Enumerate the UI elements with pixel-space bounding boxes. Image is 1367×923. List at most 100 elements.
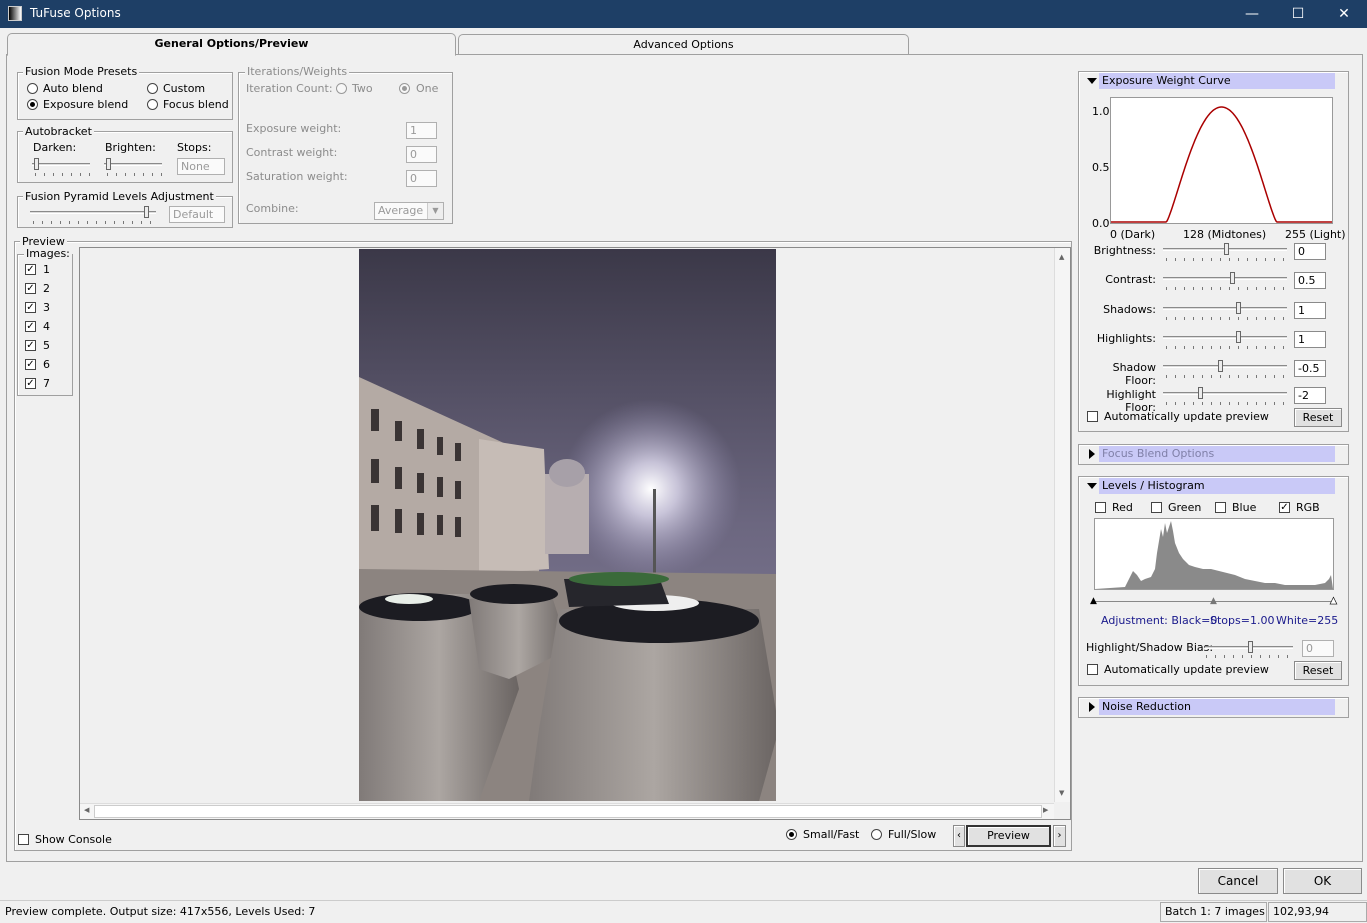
brighten-slider[interactable] [104, 163, 162, 166]
scroll-right-icon[interactable]: ▶ [1043, 806, 1048, 814]
levels-reset-button[interactable]: Reset [1294, 661, 1342, 680]
minimize-button[interactable]: — [1229, 0, 1275, 28]
full-slow-radio[interactable] [871, 829, 882, 840]
image-checkbox[interactable]: ✓ [25, 359, 36, 370]
tab-advanced-options[interactable]: Advanced Options [458, 34, 909, 54]
preview-image-graphic [359, 249, 776, 801]
curve-slider-thumb[interactable] [1218, 360, 1224, 372]
combine-select[interactable]: Average ▼ [374, 202, 444, 220]
auto-blend-radio[interactable] [27, 83, 38, 94]
curve-slider-input[interactable]: -2 [1294, 387, 1326, 404]
levels-auto-update-checkbox[interactable] [1087, 664, 1098, 675]
histogram-svg [1095, 521, 1333, 589]
curve-slider-input[interactable]: 1 [1294, 331, 1326, 348]
bias-thumb[interactable] [1248, 641, 1253, 653]
close-button[interactable]: ✕ [1321, 0, 1367, 28]
midtone-handle[interactable]: ▲ [1210, 597, 1217, 606]
curve-reset-button[interactable]: Reset [1294, 408, 1342, 427]
contrast-weight-input[interactable]: 0 [406, 146, 437, 163]
curve-x-tick-mid: 128 (Midtones) [1183, 228, 1267, 241]
expand-noise-icon[interactable] [1089, 702, 1095, 712]
preview-prev-button[interactable]: ‹ [953, 825, 965, 847]
image-checkbox[interactable]: ✓ [25, 378, 36, 389]
saturation-weight-input[interactable]: 0 [406, 170, 437, 187]
rgb-checkbox[interactable]: ✓ [1279, 502, 1290, 513]
exposure-weight-input[interactable]: 1 [406, 122, 437, 139]
exposure-curve-line [1111, 106, 1332, 223]
bias-ticks [1206, 655, 1294, 658]
curve-slider-input[interactable]: 0 [1294, 243, 1326, 260]
collapse-levels-icon[interactable] [1087, 483, 1097, 489]
noise-title[interactable]: Noise Reduction [1099, 699, 1335, 715]
blue-label: Blue [1232, 501, 1257, 514]
pyramid-thumb[interactable] [144, 206, 149, 218]
image-checkbox[interactable]: ✓ [25, 283, 36, 294]
small-fast-label: Small/Fast [803, 828, 860, 841]
iteration-one-radio[interactable] [399, 83, 410, 94]
horizontal-scroll-thumb[interactable] [94, 805, 1042, 818]
curve-slider-label: Highlights: [1096, 332, 1156, 345]
expand-focus-icon[interactable] [1089, 449, 1095, 459]
custom-radio[interactable] [147, 83, 158, 94]
curve-slider-input[interactable]: 1 [1294, 302, 1326, 319]
cancel-button[interactable]: Cancel [1198, 868, 1278, 894]
curve-slider-thumb[interactable] [1236, 302, 1242, 314]
levels-title[interactable]: Levels / Histogram [1099, 478, 1335, 494]
maximize-button[interactable]: ☐ [1275, 0, 1321, 28]
image-checkbox[interactable]: ✓ [25, 264, 36, 275]
ok-button[interactable]: OK [1283, 868, 1362, 894]
levels-white: White=255 [1276, 614, 1339, 627]
darken-slider[interactable] [32, 163, 90, 166]
brighten-thumb[interactable] [106, 158, 111, 170]
bias-input[interactable]: 0 [1302, 640, 1334, 657]
combine-label: Combine: [246, 202, 299, 215]
curve-slider-track[interactable] [1163, 277, 1287, 280]
curve-slider-track[interactable] [1163, 392, 1287, 395]
scroll-up-icon[interactable]: ▲ [1059, 253, 1064, 261]
collapse-exposure-icon[interactable] [1087, 78, 1097, 84]
curve-slider-thumb[interactable] [1198, 387, 1204, 399]
scroll-down-icon[interactable]: ▼ [1059, 789, 1064, 797]
pyramid-input[interactable]: Default [169, 206, 225, 223]
preview-next-button[interactable]: › [1053, 825, 1066, 847]
scroll-left-icon[interactable]: ◀ [84, 806, 89, 814]
curve-slider-thumb[interactable] [1224, 243, 1230, 255]
vertical-scrollbar[interactable]: ▲ ▼ [1054, 248, 1070, 802]
darken-thumb[interactable] [34, 158, 39, 170]
curve-slider-track[interactable] [1163, 365, 1287, 368]
curve-slider-thumb[interactable] [1236, 331, 1242, 343]
image-checkbox[interactable]: ✓ [25, 340, 36, 351]
curve-auto-update-checkbox[interactable] [1087, 411, 1098, 422]
show-console-checkbox[interactable] [18, 834, 29, 845]
curve-slider-ticks [1166, 346, 1286, 349]
curve-slider-thumb[interactable] [1230, 272, 1236, 284]
exposure-blend-radio[interactable] [27, 99, 38, 110]
green-checkbox[interactable] [1151, 502, 1162, 513]
focus-blend-radio[interactable] [147, 99, 158, 110]
exposure-curve-title[interactable]: Exposure Weight Curve [1099, 73, 1335, 89]
levels-stops: Stops=1.00 [1210, 614, 1275, 627]
black-point-handle[interactable]: ▲ [1090, 597, 1097, 606]
horizontal-scrollbar[interactable]: ◀ ▶ [80, 803, 1054, 819]
exposure-curve-graph [1110, 97, 1333, 224]
status-main: Preview complete. Output size: 417x556, … [5, 905, 316, 918]
image-checkbox[interactable]: ✓ [25, 321, 36, 332]
curve-slider-track[interactable] [1163, 336, 1287, 339]
curve-slider-ticks [1166, 258, 1286, 261]
red-checkbox[interactable] [1095, 502, 1106, 513]
iteration-count-label: Iteration Count: [246, 82, 333, 95]
blue-checkbox[interactable] [1215, 502, 1226, 513]
curve-slider-track[interactable] [1163, 307, 1287, 310]
focus-blend-title[interactable]: Focus Blend Options [1099, 446, 1335, 462]
stops-input[interactable]: None [177, 158, 225, 175]
iteration-two-radio[interactable] [336, 83, 347, 94]
tab-general-options[interactable]: General Options/Preview [7, 33, 456, 56]
small-fast-radio[interactable] [786, 829, 797, 840]
curve-slider-input[interactable]: -0.5 [1294, 360, 1326, 377]
image-label: 1 [43, 263, 50, 276]
pyramid-slider[interactable] [30, 211, 156, 214]
curve-slider-input[interactable]: 0.5 [1294, 272, 1326, 289]
preview-button[interactable]: Preview [966, 825, 1051, 847]
white-point-handle[interactable]: ▲ [1330, 596, 1338, 606]
image-checkbox[interactable]: ✓ [25, 302, 36, 313]
